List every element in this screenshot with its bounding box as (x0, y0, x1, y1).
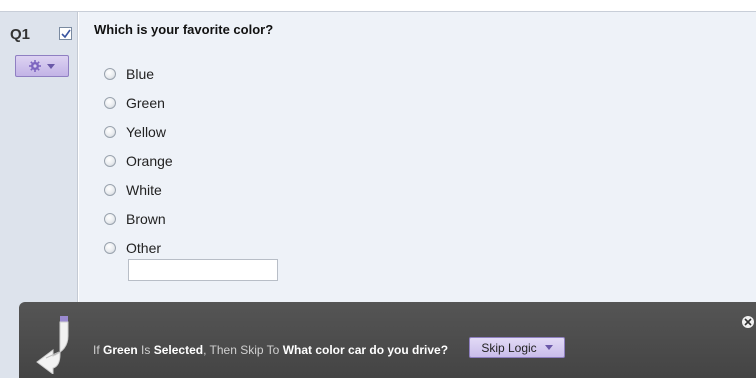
question-options-button[interactable] (15, 55, 69, 77)
skip-is: Is (137, 343, 154, 357)
chevron-down-icon (544, 345, 553, 350)
option-other[interactable]: Other (104, 239, 161, 257)
other-text-input[interactable] (128, 259, 278, 281)
radio-button[interactable] (104, 155, 116, 167)
option-label: Green (126, 95, 165, 111)
skip-arrow-icon (36, 316, 69, 374)
radio-button[interactable] (104, 242, 116, 254)
skip-then: , Then Skip To (203, 343, 283, 357)
skip-logic-button-label: Skip Logic (481, 340, 537, 355)
question-select-checkbox[interactable] (59, 27, 72, 40)
skip-target: What color car do you drive? (282, 343, 449, 357)
option-label: White (126, 182, 162, 198)
skip-condition: Selected (153, 343, 204, 357)
radio-button[interactable] (104, 126, 116, 138)
skip-prefix: If (93, 343, 104, 357)
radio-button[interactable] (104, 184, 116, 196)
radio-button[interactable] (104, 213, 116, 225)
skip-logic-description: If Green Is Selected, Then Skip To What … (93, 343, 448, 357)
option-white[interactable]: White (104, 181, 162, 199)
question-text: Which is your favorite color? (94, 22, 274, 37)
option-brown[interactable]: Brown (104, 210, 166, 228)
checkbox-checked-icon (60, 29, 71, 38)
option-label: Orange (126, 153, 173, 169)
skip-logic-button[interactable]: Skip Logic (469, 337, 565, 358)
skip-logic-bar: If Green Is Selected, Then Skip To What … (19, 302, 756, 378)
option-green[interactable]: Green (104, 94, 165, 112)
chevron-down-icon (47, 63, 55, 69)
gear-icon (29, 60, 41, 72)
option-label: Blue (126, 66, 155, 82)
option-yellow[interactable]: Yellow (104, 123, 166, 141)
option-orange[interactable]: Orange (104, 152, 173, 170)
close-icon[interactable] (742, 316, 754, 328)
option-label: Other (126, 240, 162, 256)
option-label: Yellow (126, 124, 166, 140)
radio-button[interactable] (104, 97, 116, 109)
radio-button[interactable] (104, 68, 116, 80)
skip-choice: Green (103, 343, 138, 357)
question-number: Q1 (10, 26, 31, 43)
option-blue[interactable]: Blue (104, 65, 154, 83)
option-label: Brown (126, 211, 166, 227)
